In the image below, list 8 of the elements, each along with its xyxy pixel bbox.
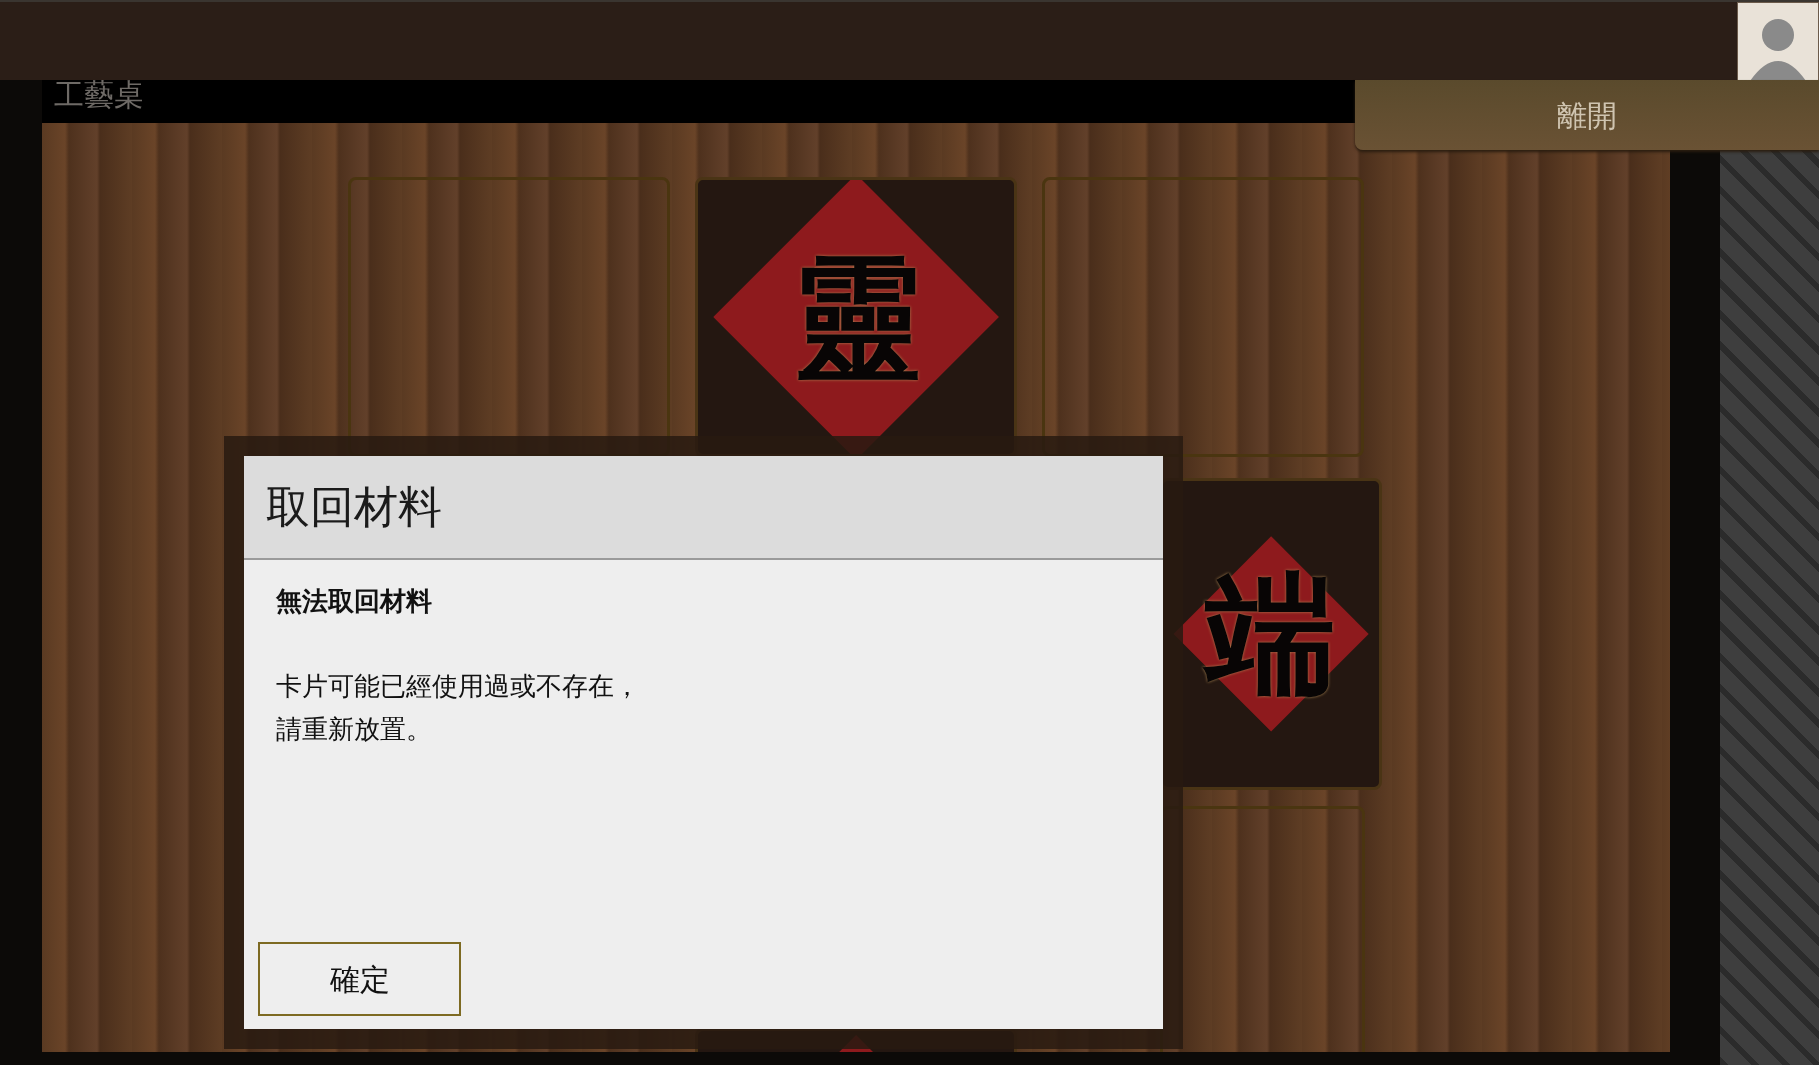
dialog-message-line: 請重新放置。 xyxy=(276,713,432,746)
dialog-title: 取回材料 xyxy=(266,480,442,534)
panel-title: 工藝桌 xyxy=(54,77,144,112)
card-character: 靈 xyxy=(791,252,921,382)
confirm-button[interactable]: 確定 xyxy=(258,942,461,1016)
dialog-message-line: 卡片可能已經使用過或不存在， xyxy=(276,670,640,703)
leave-button[interactable]: 離開 xyxy=(1355,80,1819,150)
dialog-heading: 無法取回材料 xyxy=(276,585,433,618)
